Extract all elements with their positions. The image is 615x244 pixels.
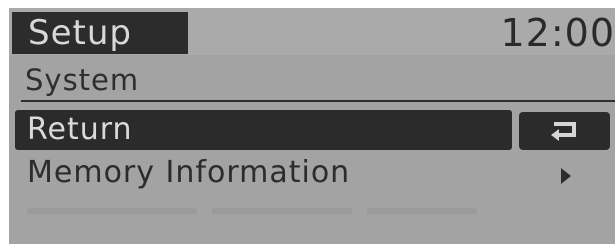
clock: 12:00 [500,11,615,55]
section-title: System [25,63,140,97]
screen-title: Setup [12,12,188,54]
menu-item-memory-information[interactable]: Memory Information [15,151,610,195]
divider [21,100,615,102]
menu-item-return-label: Return [27,112,133,147]
menu-item-memory-information-label: Memory Information [27,155,351,190]
menu-item-return[interactable]: Return [15,110,512,150]
header-bar: Setup 12:00 [9,8,615,55]
chevron-right-icon [561,168,571,184]
setup-screen: Setup 12:00 System Return Memory Informa… [9,8,615,244]
return-arrow-icon [551,122,576,141]
faded-menu-row [27,200,607,224]
back-button[interactable] [519,112,610,150]
